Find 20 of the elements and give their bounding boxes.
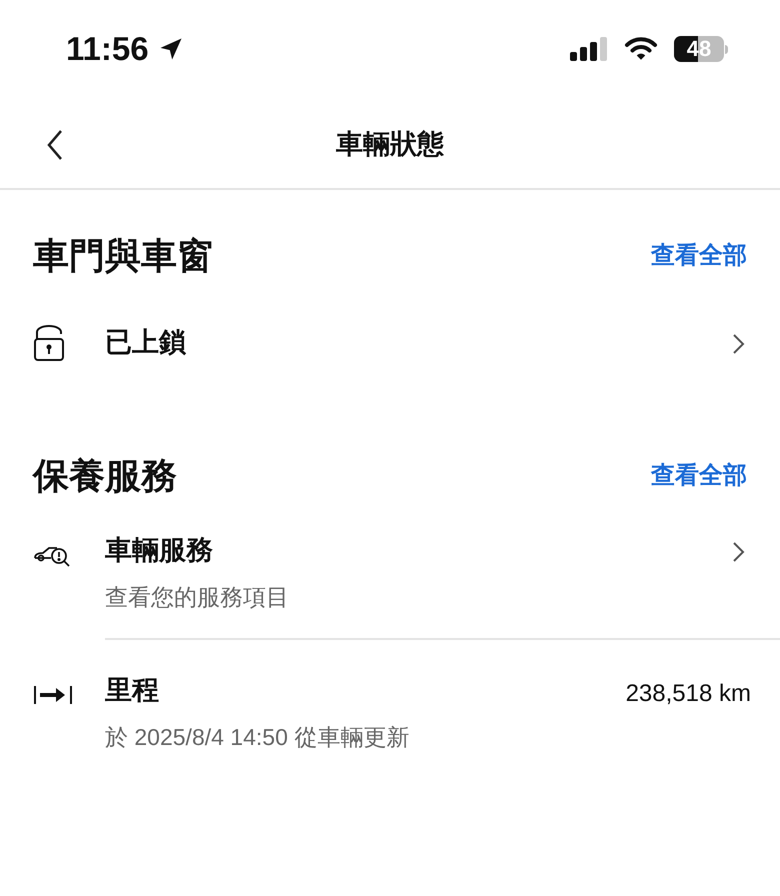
wifi-icon: [624, 36, 658, 62]
section-title: 車門與車窗: [33, 234, 213, 278]
row-title: 里程: [105, 674, 160, 707]
signal-icon: [570, 37, 608, 61]
padlock-icon: [33, 324, 65, 362]
section-title: 保養服務: [33, 454, 177, 498]
status-time: 11:56: [66, 29, 149, 70]
row-subtitle: 查看您的服務項目: [105, 583, 290, 612]
view-all-link[interactable]: 查看全部: [651, 238, 747, 274]
mileage-value: 238,518 km: [626, 679, 751, 709]
view-all-link[interactable]: 查看全部: [651, 458, 747, 494]
chevron-left-icon: [46, 129, 64, 161]
chevron-right-icon: [731, 540, 745, 564]
chevron-right-icon: [731, 332, 745, 356]
car-warning-icon: [33, 544, 71, 568]
row-title: 已上鎖: [105, 326, 187, 359]
row-title: 車輛服務: [105, 534, 214, 567]
row-subtitle: 於 2025/8/4 14:50 從車輛更新: [105, 723, 410, 752]
page-title: 車輛狀態: [336, 128, 444, 161]
arrow-to-bar-icon: [33, 684, 73, 706]
